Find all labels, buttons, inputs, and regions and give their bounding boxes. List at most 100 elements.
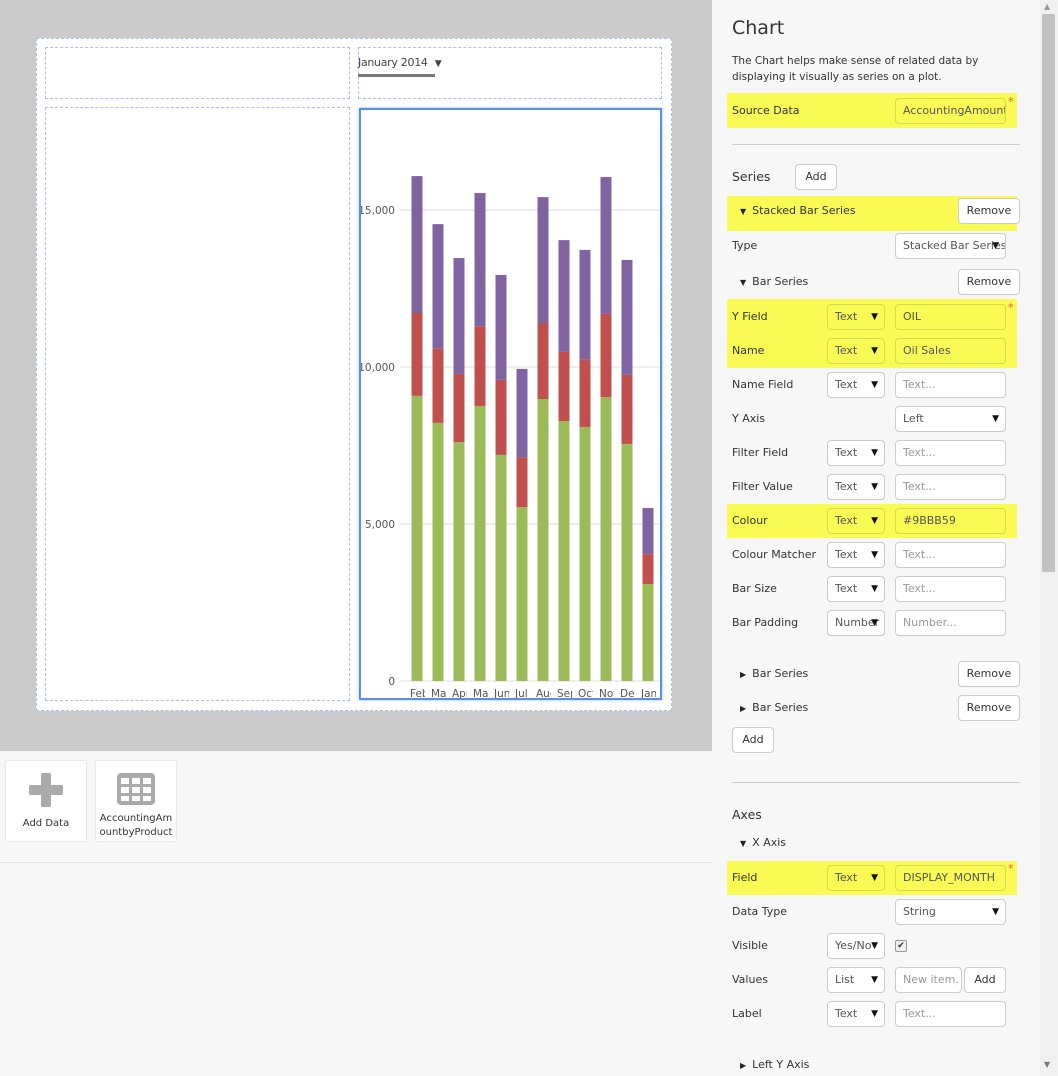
section-label: Bar Series bbox=[752, 275, 809, 288]
layout-cell[interactable] bbox=[358, 47, 662, 99]
bar-segment-2 bbox=[642, 554, 654, 584]
tile-label: AccountingAmountbyProduct bbox=[99, 813, 173, 838]
text-input[interactable]: OIL bbox=[895, 304, 1006, 330]
series-type-dropdown[interactable]: Stacked Bar Series ▼ bbox=[895, 233, 1006, 259]
y-tick-label: 5,000 bbox=[365, 519, 395, 531]
text-input[interactable]: Text... bbox=[895, 372, 1006, 398]
x-tick-label: Apr bbox=[452, 688, 471, 700]
scroll-down-icon[interactable]: ▼ bbox=[1044, 1060, 1050, 1069]
select-value: Yes/No bbox=[835, 939, 872, 952]
type-select[interactable]: Text ▼ bbox=[827, 372, 885, 398]
select-value: List bbox=[835, 973, 855, 986]
bar-series-toggle[interactable]: ▶ Bar Series bbox=[740, 701, 808, 714]
add-series-button[interactable]: Add bbox=[795, 164, 837, 190]
section-label: Left Y Axis bbox=[752, 1058, 810, 1071]
text-input[interactable]: #9BBB59 bbox=[895, 508, 1006, 534]
bar-segment-1 bbox=[516, 507, 528, 681]
text-input[interactable]: DISPLAY_MONTH bbox=[895, 865, 1006, 891]
type-select[interactable]: Text ▼ bbox=[827, 474, 885, 500]
scroll-up-icon[interactable]: ▲ bbox=[1044, 2, 1050, 11]
type-select[interactable]: Text ▼ bbox=[827, 440, 885, 466]
layout-cell[interactable] bbox=[45, 47, 350, 99]
add-value-button[interactable]: Add bbox=[964, 967, 1006, 993]
type-select[interactable]: Text ▼ bbox=[827, 338, 885, 364]
type-select[interactable]: Text ▼ bbox=[827, 1001, 885, 1027]
remove-bar-series-button[interactable]: Remove bbox=[958, 661, 1020, 687]
select-value: Text bbox=[835, 514, 858, 527]
caret-down-icon: ▼ bbox=[871, 482, 878, 492]
field-label: Y Field bbox=[732, 310, 768, 323]
tile-label: Add Data bbox=[22, 818, 70, 829]
y-axis-dropdown[interactable]: Left ▼ bbox=[895, 406, 1006, 432]
type-select[interactable]: Text ▼ bbox=[827, 542, 885, 568]
bar-segment-1 bbox=[579, 426, 591, 681]
bar-segment-3 bbox=[537, 197, 549, 324]
y-tick-label: 15,000 bbox=[361, 205, 395, 217]
left-y-axis-toggle[interactable]: ▶ Left Y Axis bbox=[740, 1058, 809, 1071]
caret-down-icon: ▼ bbox=[871, 1009, 878, 1019]
bar-series-toggle[interactable]: ▼ Bar Series bbox=[740, 275, 808, 288]
type-select[interactable]: Text ▼ bbox=[827, 508, 885, 534]
remove-bar-series-button[interactable]: Remove bbox=[958, 269, 1020, 295]
caret-down-icon: ▼ bbox=[871, 312, 878, 322]
text-input[interactable]: Number... bbox=[895, 610, 1006, 636]
x-tick-label: Dec bbox=[620, 688, 641, 700]
text-input[interactable]: Text... bbox=[895, 576, 1006, 602]
x-axis-toggle[interactable]: ▼ X Axis bbox=[740, 836, 786, 849]
bar-segment-3 bbox=[579, 249, 591, 360]
field-label: Values bbox=[732, 973, 768, 986]
required-marker: * bbox=[1008, 862, 1014, 875]
remove-stacked-series-button[interactable]: Remove bbox=[958, 198, 1020, 224]
source-data-input[interactable]: AccountingAmount bbox=[895, 98, 1006, 124]
text-input[interactable]: Text... bbox=[895, 440, 1006, 466]
text-input[interactable]: Text... bbox=[895, 542, 1006, 568]
bar-segment-2 bbox=[621, 374, 633, 444]
data-type-dropdown[interactable]: String ▼ bbox=[895, 899, 1006, 925]
caret-right-icon: ▶ bbox=[740, 670, 747, 679]
bar-segment-1 bbox=[495, 454, 507, 681]
scrollbar-thumb[interactable] bbox=[1042, 14, 1055, 572]
text-input[interactable]: Text... bbox=[895, 1001, 1006, 1027]
type-select[interactable]: Number ▼ bbox=[827, 610, 885, 636]
bar-segment-2 bbox=[558, 351, 570, 422]
type-select[interactable]: Text ▼ bbox=[827, 865, 885, 891]
text-input[interactable]: New item. bbox=[895, 967, 962, 993]
section-label: X Axis bbox=[752, 836, 787, 849]
type-select[interactable]: Text ▼ bbox=[827, 304, 885, 330]
type-select[interactable]: Yes/No ▼ bbox=[827, 933, 885, 959]
dropdown-value: String bbox=[903, 905, 936, 918]
caret-down-icon: ▼ bbox=[740, 278, 747, 287]
section-label: Stacked Bar Series bbox=[752, 204, 856, 217]
type-select[interactable]: List ▼ bbox=[827, 967, 885, 993]
field-label: Bar Padding bbox=[732, 616, 799, 629]
bar-segment-3 bbox=[495, 274, 507, 380]
required-marker: * bbox=[1008, 301, 1014, 314]
bar-segment-3 bbox=[558, 240, 570, 352]
field-label: Filter Value bbox=[732, 480, 793, 493]
bar-segment-3 bbox=[516, 368, 528, 458]
data-source-tile[interactable]: AccountingAmountbyProduct bbox=[96, 761, 176, 841]
month-filter-dropdown[interactable]: January 2014 ▼ bbox=[358, 56, 442, 77]
y-tick-label: 10,000 bbox=[361, 362, 395, 374]
visible-checkbox[interactable]: ✔ bbox=[895, 940, 907, 952]
bar-series-toggle[interactable]: ▶ Bar Series bbox=[740, 667, 808, 680]
bar-segment-2 bbox=[537, 323, 549, 400]
add-bar-series-button[interactable]: Add bbox=[732, 727, 774, 753]
x-tick-label: Oct bbox=[578, 688, 596, 700]
bar-segment-3 bbox=[411, 176, 423, 313]
text-input[interactable]: Text... bbox=[895, 474, 1006, 500]
type-select[interactable]: Text ▼ bbox=[827, 576, 885, 602]
panel-scrollbar[interactable]: ▲ ▼ bbox=[1040, 0, 1058, 1076]
panel-title: Chart bbox=[732, 17, 785, 39]
text-input[interactable]: Oil Sales bbox=[895, 338, 1006, 364]
caret-down-icon: ▼ bbox=[740, 839, 747, 848]
x-tick-label: Jan bbox=[640, 688, 657, 700]
chart-widget[interactable]: 0 5,000 10,000 15,000 Feb Mar Apr May Jun Jul Aug S… bbox=[359, 108, 662, 700]
bar-segment-3 bbox=[432, 224, 444, 349]
add-data-tile[interactable]: Add Data bbox=[6, 761, 86, 841]
caret-down-icon: ▼ bbox=[740, 207, 747, 216]
remove-bar-series-button[interactable]: Remove bbox=[958, 695, 1020, 721]
bar-segment-3 bbox=[621, 259, 633, 375]
stacked-bar-series-toggle[interactable]: ▼ Stacked Bar Series bbox=[740, 204, 856, 217]
layout-cell[interactable] bbox=[45, 107, 350, 701]
